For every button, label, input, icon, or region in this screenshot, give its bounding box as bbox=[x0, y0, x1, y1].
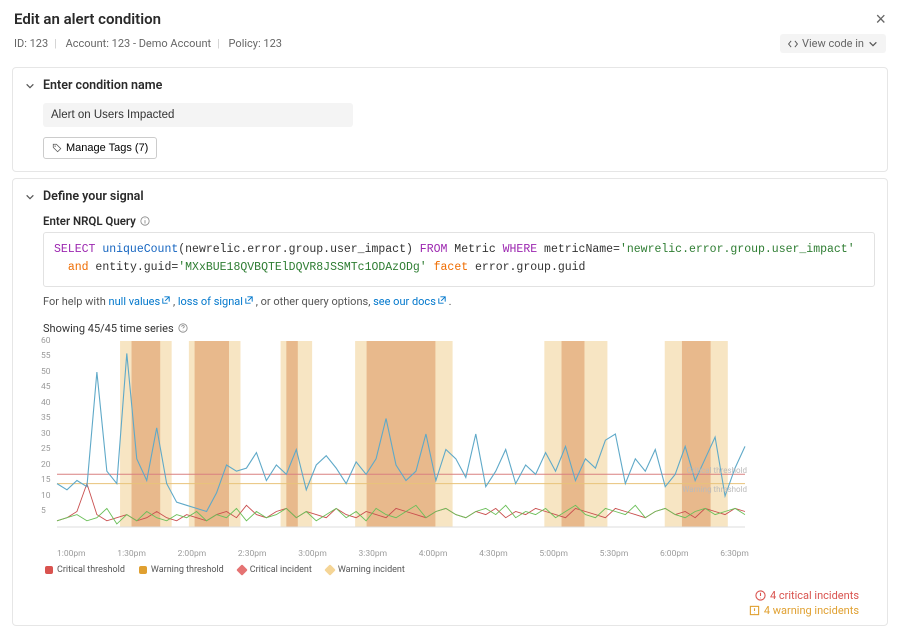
timeseries-chart: 51015202530354045505560 1:00pm1:30pm2:00… bbox=[39, 337, 749, 545]
meta-id: ID: 123 bbox=[14, 37, 48, 50]
manage-tags-label: Manage Tags (7) bbox=[66, 142, 148, 154]
see-docs-link[interactable]: see our docs bbox=[373, 295, 446, 308]
help-suffix: . bbox=[449, 295, 452, 308]
help-prefix: For help with bbox=[43, 295, 109, 308]
critical-threshold-label: Critical threshold bbox=[687, 466, 747, 475]
close-icon: × bbox=[875, 9, 886, 29]
chevron-down-icon bbox=[868, 39, 878, 49]
warning-incidents-text: 4 warning incidents bbox=[764, 604, 859, 617]
help-row: For help with null values , loss of sign… bbox=[43, 295, 875, 308]
view-code-dropdown[interactable]: View code in bbox=[780, 34, 886, 53]
external-link-icon bbox=[438, 296, 446, 304]
help-mid: , or other query options, bbox=[256, 295, 373, 308]
section-condition-name: Enter condition name Manage Tags (7) bbox=[12, 67, 888, 172]
info-icon[interactable] bbox=[140, 216, 150, 226]
section-condition-name-title: Enter condition name bbox=[43, 78, 162, 93]
view-code-label: View code in bbox=[802, 37, 864, 50]
help-icon[interactable] bbox=[178, 323, 188, 333]
section-condition-name-toggle[interactable]: Enter condition name bbox=[13, 68, 887, 103]
code-icon bbox=[788, 39, 798, 49]
meta-account: Account: 123 - Demo Account bbox=[66, 37, 212, 50]
timeseries-count: Showing 45/45 time series bbox=[43, 322, 875, 335]
chevron-down-icon bbox=[25, 81, 35, 91]
nrql-editor[interactable]: SELECT uniqueCount(newrelic.error.group.… bbox=[43, 232, 875, 287]
close-button[interactable]: × bbox=[875, 10, 886, 28]
tag-icon bbox=[52, 143, 62, 153]
legend-item[interactable]: Warning incident bbox=[326, 565, 405, 575]
external-link-icon bbox=[162, 296, 170, 304]
modal-header: Edit an alert condition × bbox=[0, 0, 900, 34]
alert-icon bbox=[749, 605, 760, 616]
null-values-link[interactable]: null values bbox=[109, 295, 171, 308]
page-title: Edit an alert condition bbox=[14, 10, 161, 28]
external-link-icon bbox=[245, 296, 253, 304]
timeseries-count-text: Showing 45/45 time series bbox=[43, 322, 174, 335]
x-axis: 1:00pm1:30pm2:00pm2:30pm3:00pm3:30pm4:00… bbox=[57, 549, 749, 559]
chevron-down-icon bbox=[25, 192, 35, 202]
manage-tags-button[interactable]: Manage Tags (7) bbox=[43, 137, 157, 159]
condition-name-input[interactable] bbox=[43, 103, 353, 127]
section-define-signal-title: Define your signal bbox=[43, 189, 144, 204]
section-define-signal: Define your signal Enter NRQL Query SELE… bbox=[12, 178, 888, 626]
meta-bar: ID: 123| Account: 123 - Demo Account| Po… bbox=[0, 34, 900, 63]
nrql-label-row: Enter NRQL Query bbox=[43, 214, 875, 228]
meta-left: ID: 123| Account: 123 - Demo Account| Po… bbox=[14, 37, 282, 50]
nrql-label: Enter NRQL Query bbox=[43, 214, 136, 228]
legend-item[interactable]: Critical incident bbox=[238, 565, 312, 575]
alert-icon bbox=[755, 590, 766, 601]
critical-incidents-row[interactable]: 4 critical incidents bbox=[59, 589, 859, 602]
warning-threshold-label: Warning threshold bbox=[682, 485, 747, 494]
critical-incidents-text: 4 critical incidents bbox=[770, 589, 859, 602]
legend-item[interactable]: Warning threshold bbox=[139, 565, 224, 575]
chart-canvas bbox=[39, 337, 749, 545]
warning-incidents-row[interactable]: 4 warning incidents bbox=[59, 604, 859, 617]
chart-legend: Critical threshold Warning threshold Criti… bbox=[43, 561, 875, 581]
loss-of-signal-link[interactable]: loss of signal bbox=[178, 295, 253, 308]
section-define-signal-toggle[interactable]: Define your signal bbox=[13, 179, 887, 214]
meta-policy: Policy: 123 bbox=[229, 37, 282, 50]
legend-item[interactable]: Critical threshold bbox=[45, 565, 125, 575]
